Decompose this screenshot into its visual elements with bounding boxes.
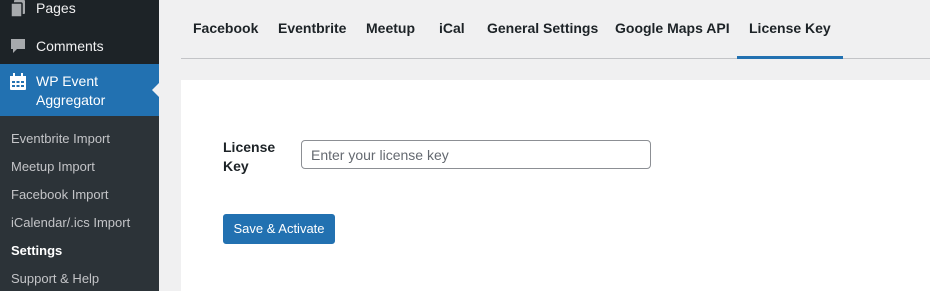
menu-item-comments[interactable]: Comments bbox=[0, 34, 159, 58]
tab-license-key[interactable]: License Key bbox=[737, 0, 843, 59]
submenu-item-settings[interactable]: Settings bbox=[0, 240, 159, 268]
pages-icon bbox=[8, 0, 28, 19]
calendar-icon bbox=[8, 72, 28, 92]
menu-item-wp-event-aggregator[interactable]: WP Event Aggregator bbox=[0, 64, 160, 116]
admin-sidebar: Pages Comments WP Event Aggregator Event… bbox=[0, 0, 160, 291]
comments-icon bbox=[8, 36, 28, 56]
tab-facebook[interactable]: Facebook bbox=[181, 0, 270, 59]
tab-google-maps-api[interactable]: Google Maps API bbox=[603, 0, 742, 59]
tab-meetup[interactable]: Meetup bbox=[354, 0, 427, 59]
settings-tabs: Facebook Eventbrite Meetup iCal General … bbox=[181, 0, 930, 59]
menu-item-pages[interactable]: Pages bbox=[0, 0, 159, 24]
tab-general-settings[interactable]: General Settings bbox=[475, 0, 610, 59]
save-activate-button[interactable]: Save & Activate bbox=[223, 214, 335, 244]
menu-item-label: Pages bbox=[36, 0, 76, 16]
license-key-label: License Key bbox=[223, 139, 276, 174]
submenu-item-meetup-import[interactable]: Meetup Import bbox=[0, 156, 159, 184]
license-key-input[interactable] bbox=[301, 140, 651, 169]
menu-item-label: WP Event Aggregator bbox=[36, 73, 106, 108]
submenu-item-icalendar-import[interactable]: iCalendar/.ics Import bbox=[0, 212, 159, 240]
submenu-item-eventbrite-import[interactable]: Eventbrite Import bbox=[0, 128, 159, 156]
license-settings-panel: License Key Save & Activate bbox=[181, 80, 930, 291]
submenu-item-support-help[interactable]: Support & Help bbox=[0, 268, 159, 291]
tab-eventbrite[interactable]: Eventbrite bbox=[266, 0, 358, 59]
current-menu-arrow bbox=[152, 82, 160, 98]
menu-item-label: Comments bbox=[36, 38, 104, 54]
tab-ical[interactable]: iCal bbox=[427, 0, 477, 59]
submenu: Eventbrite Import Meetup Import Facebook… bbox=[0, 116, 159, 291]
submenu-item-facebook-import[interactable]: Facebook Import bbox=[0, 184, 159, 212]
